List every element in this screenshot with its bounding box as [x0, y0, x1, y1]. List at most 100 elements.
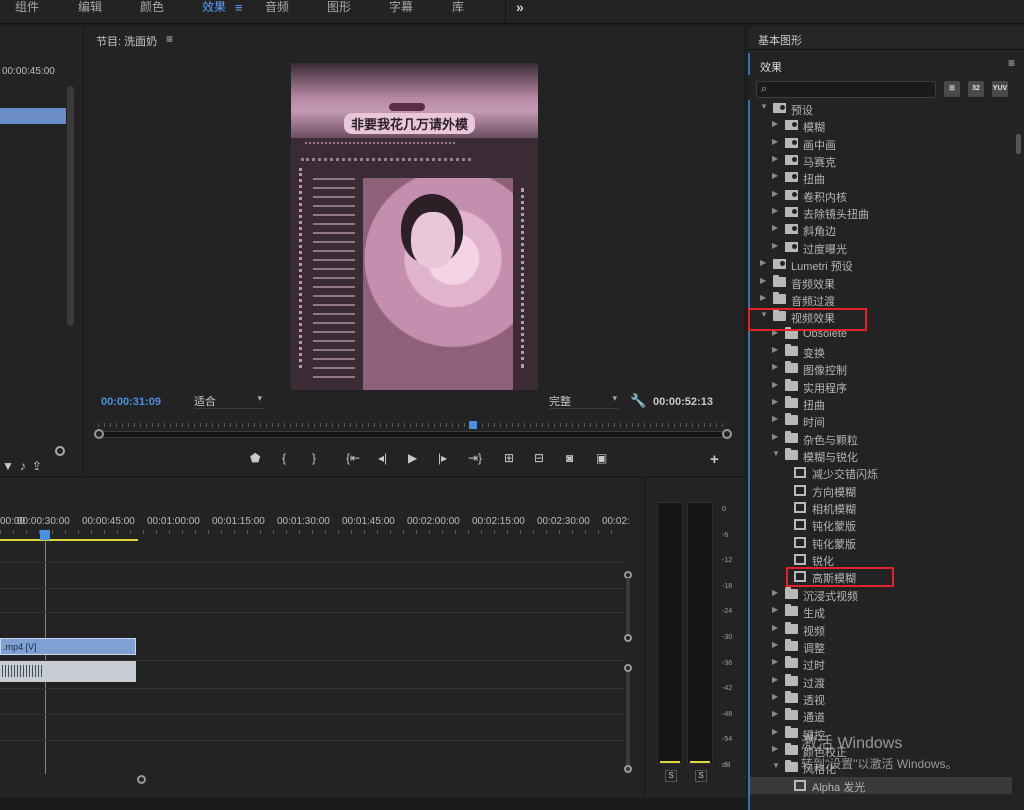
mark-out-icon[interactable]: }: [312, 451, 316, 465]
workspace-tab-libraries[interactable]: 库: [452, 0, 464, 24]
effects-header[interactable]: 效果 ≡: [748, 53, 1024, 75]
effects-tree-item[interactable]: ▶ Lumetri 预设: [750, 256, 1012, 273]
step-forward-icon[interactable]: |▸: [438, 451, 447, 465]
chevron-right-icon[interactable]: ▶: [772, 744, 778, 753]
scrubber-left-handle[interactable]: [94, 429, 104, 439]
playhead-marker[interactable]: [469, 421, 477, 429]
chevron-right-icon[interactable]: ▶: [760, 276, 766, 285]
chevron-right-icon[interactable]: ▶: [772, 657, 778, 666]
timeline-vertical-scrollbar[interactable]: [626, 672, 630, 772]
export-icon[interactable]: ⇪: [32, 459, 48, 473]
chevron-right-icon[interactable]: ▶: [760, 258, 766, 267]
chevron-right-icon[interactable]: ▶: [772, 189, 778, 198]
chevron-right-icon[interactable]: ▶: [760, 293, 766, 302]
chevron-right-icon[interactable]: ▶: [772, 154, 778, 163]
workspace-tab-assembly[interactable]: 组件: [15, 0, 39, 24]
effects-search-input[interactable]: ⌕: [756, 81, 936, 98]
chevron-right-icon[interactable]: ▶: [772, 675, 778, 684]
effects-tree-item[interactable]: ▶ 画中画: [750, 135, 1012, 152]
effects-tree-item[interactable]: 钝化蒙版: [750, 534, 1012, 551]
effects-tree-item[interactable]: ▶ 音频效果: [750, 274, 1012, 291]
extract-icon[interactable]: ⊟: [534, 451, 544, 465]
comparison-view-icon[interactable]: ▣: [596, 451, 607, 465]
play-icon[interactable]: ▶: [408, 451, 417, 465]
scrubber-right-handle[interactable]: [722, 429, 732, 439]
audio-icon[interactable]: ♪: [20, 459, 32, 473]
filter-icon[interactable]: ▼: [2, 459, 20, 473]
workspace-tab-captions[interactable]: 字幕: [389, 0, 413, 24]
effects-tree-item[interactable]: Alpha 发光: [750, 776, 1012, 794]
export-frame-icon[interactable]: ◙: [566, 451, 573, 465]
workspace-tab-audio[interactable]: 音频: [265, 0, 289, 24]
effects-tree-item[interactable]: ▶ 卷积内核: [750, 187, 1012, 204]
fit-dropdown[interactable]: 适合 ▾: [194, 393, 264, 409]
go-to-in-icon[interactable]: {⇤: [346, 451, 360, 465]
chevron-right-icon[interactable]: ▶: [772, 241, 778, 250]
work-area-bar[interactable]: [0, 539, 138, 541]
workspace-menu-icon[interactable]: ≡: [235, 0, 243, 15]
chevron-right-icon[interactable]: ▶: [772, 623, 778, 632]
go-to-out-icon[interactable]: ⇥}: [468, 451, 482, 465]
accelerated-effects-icon[interactable]: ⊞: [944, 81, 960, 97]
effects-tree-item[interactable]: ▶ 过渡: [750, 673, 1012, 690]
workspace-tab-effects[interactable]: 效果: [202, 0, 226, 24]
chevron-right-icon[interactable]: ▶: [772, 223, 778, 232]
chevron-right-icon[interactable]: ▶: [772, 588, 778, 597]
lift-icon[interactable]: ⊞: [504, 451, 514, 465]
effects-tree-item[interactable]: ▶ 模糊: [750, 117, 1012, 134]
timeline-scroll-handle[interactable]: [624, 664, 632, 672]
source-zoom-handle[interactable]: [55, 446, 65, 456]
yuv-effects-button[interactable]: YUV: [992, 81, 1008, 97]
workspace-tab-graphics[interactable]: 图形: [327, 0, 351, 24]
effects-tree-item[interactable]: 锐化: [750, 551, 1012, 568]
effects-tree-item[interactable]: ▶ 透视: [750, 690, 1012, 707]
playhead-timecode[interactable]: 00:00:31:09: [101, 396, 161, 408]
chevron-right-icon[interactable]: ▶: [772, 345, 778, 354]
solo-right-button[interactable]: S: [695, 770, 707, 782]
step-back-icon[interactable]: ◂|: [378, 451, 387, 465]
chevron-right-icon[interactable]: ▶: [772, 397, 778, 406]
effects-tree-item[interactable]: ▶ 过时: [750, 655, 1012, 672]
effects-tree-item[interactable]: ▼ 预设: [750, 100, 1012, 117]
effects-scrollbar[interactable]: [1016, 134, 1021, 634]
effects-tree-item[interactable]: ▼ 模糊与锐化: [750, 447, 1012, 464]
source-scrollbar[interactable]: [67, 86, 74, 326]
settings-wrench-icon[interactable]: 🔧: [630, 393, 646, 409]
effects-tree-item[interactable]: ▶ 调整: [750, 638, 1012, 655]
timeline-scroll-handle[interactable]: [624, 634, 632, 642]
effects-tree-item[interactable]: ▶ 实用程序: [750, 378, 1012, 395]
effects-tree-item[interactable]: ▶ 变换: [750, 343, 1012, 360]
effects-tree-item[interactable]: ▶ 图像控制: [750, 360, 1012, 377]
timeline-scroll-handle[interactable]: [624, 765, 632, 773]
effects-tree-item[interactable]: ▶ 去除镜头扭曲: [750, 204, 1012, 221]
playback-quality-dropdown[interactable]: 完整 ▾: [549, 393, 619, 409]
chevron-right-icon[interactable]: ▶: [772, 171, 778, 180]
effects-tree-item[interactable]: 钝化蒙版: [750, 516, 1012, 533]
chevron-right-icon[interactable]: ▶: [772, 137, 778, 146]
chevron-down-icon[interactable]: ▼: [772, 761, 780, 770]
effects-tree-item[interactable]: ▶ 扭曲: [750, 395, 1012, 412]
chevron-right-icon[interactable]: ▶: [772, 692, 778, 701]
audio-clip[interactable]: [0, 661, 136, 682]
chevron-down-icon[interactable]: ▼: [772, 449, 780, 458]
chevron-right-icon[interactable]: ▶: [772, 640, 778, 649]
effects-tree-item[interactable]: ▶ 斜角边: [750, 221, 1012, 238]
program-menu-icon[interactable]: ≡: [166, 32, 173, 46]
effects-menu-icon[interactable]: ≡: [1008, 56, 1015, 70]
chevron-right-icon[interactable]: ▶: [772, 380, 778, 389]
32bit-effects-button[interactable]: 32: [968, 81, 984, 97]
mark-in-icon[interactable]: {: [282, 451, 286, 465]
chevron-right-icon[interactable]: ▶: [772, 362, 778, 371]
chevron-right-icon[interactable]: ▶: [772, 432, 778, 441]
effects-tree-item[interactable]: 减少交错闪烁: [750, 464, 1012, 481]
solo-left-button[interactable]: S: [665, 770, 677, 782]
add-marker-icon[interactable]: ⬟: [250, 451, 260, 465]
effects-tree-item[interactable]: ▶ 音频过渡: [750, 291, 1012, 308]
timeline-zoom-handle[interactable]: [137, 775, 146, 784]
effects-tree-item[interactable]: ▶ 时间: [750, 412, 1012, 429]
chevron-right-icon[interactable]: ▶: [772, 414, 778, 423]
timeline-ruler[interactable]: 00:00 00:00:30:00 00:00:45:00 00:01:00:00 00…: [0, 516, 630, 534]
timeline-vertical-scrollbar[interactable]: [626, 578, 630, 634]
chevron-right-icon[interactable]: ▶: [772, 727, 778, 736]
effects-tree-item[interactable]: ▶ 生成: [750, 603, 1012, 620]
